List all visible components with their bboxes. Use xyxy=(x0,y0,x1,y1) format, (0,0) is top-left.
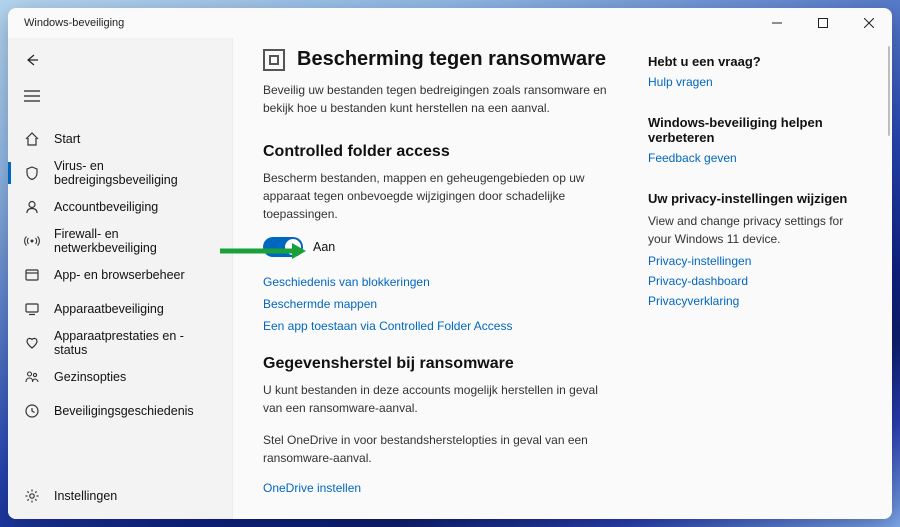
scrollbar[interactable] xyxy=(880,46,890,513)
sidebar-item-label: Virus- en bedreigingsbeveiliging xyxy=(54,159,216,187)
sidebar-item-label: Gezinsopties xyxy=(54,370,126,384)
sidebar-item-firewall[interactable]: Firewall- en netwerkbeveiliging xyxy=(8,224,232,258)
feedback-heading: Windows-beveiliging helpen verbeteren xyxy=(648,115,868,145)
cfa-desc: Bescherm bestanden, mappen en geheugenge… xyxy=(263,169,618,223)
ransomware-icon xyxy=(263,49,285,71)
close-icon xyxy=(864,18,874,28)
page-lead: Beveilig uw bestanden tegen bedreigingen… xyxy=(263,81,618,117)
maximize-button[interactable] xyxy=(800,8,846,38)
sidebar: Start Virus- en bedreigingsbeveiliging A… xyxy=(8,38,233,519)
sidebar-item-label: Firewall- en netwerkbeveiliging xyxy=(54,227,216,255)
cfa-heading: Controlled folder access xyxy=(263,143,618,161)
link-privacy-settings[interactable]: Privacy-instellingen xyxy=(648,254,868,268)
privacy-heading: Uw privacy-instellingen wijzigen xyxy=(648,191,868,206)
sidebar-item-account[interactable]: Accountbeveiliging xyxy=(8,190,232,224)
window-title: Windows-beveiliging xyxy=(24,17,124,29)
cfa-toggle-label: Aan xyxy=(313,240,335,254)
sidebar-item-label: Apparaatprestaties en -status xyxy=(54,329,216,357)
history-icon xyxy=(24,403,40,419)
sidebar-item-virus[interactable]: Virus- en bedreigingsbeveiliging xyxy=(8,156,232,190)
recovery-desc: U kunt bestanden in deze accounts mogeli… xyxy=(263,381,618,417)
sidebar-item-family[interactable]: Gezinsopties xyxy=(8,360,232,394)
heart-icon xyxy=(24,335,40,351)
gear-icon xyxy=(24,488,40,504)
link-block-history[interactable]: Geschiedenis van blokkeringen xyxy=(263,275,618,289)
help-heading: Hebt u een vraag? xyxy=(648,54,868,69)
app-icon xyxy=(24,267,40,283)
sidebar-item-app-browser[interactable]: App- en browserbeheer xyxy=(8,258,232,292)
cfa-toggle-row: Aan xyxy=(263,237,618,257)
shield-icon xyxy=(24,165,40,181)
onedrive-note: Stel OneDrive in voor bestandsherstelopt… xyxy=(263,431,618,467)
feedback-block: Windows-beveiliging helpen verbeteren Fe… xyxy=(648,115,868,165)
page-title: Bescherming tegen ransomware xyxy=(297,48,606,71)
sidebar-item-label: Apparaatbeveiliging xyxy=(54,302,164,316)
device-icon xyxy=(24,301,40,317)
maximize-icon xyxy=(818,18,828,28)
minimize-icon xyxy=(772,18,782,28)
hamburger-icon xyxy=(24,88,40,104)
link-onedrive-setup[interactable]: OneDrive instellen xyxy=(263,481,361,495)
titlebar: Windows-beveiliging xyxy=(8,8,892,38)
privacy-desc: View and change privacy settings for you… xyxy=(648,212,868,248)
link-protected-folders[interactable]: Beschermde mappen xyxy=(263,297,618,311)
sidebar-item-label: Accountbeveiliging xyxy=(54,200,158,214)
scroll-thumb[interactable] xyxy=(888,46,890,136)
sidebar-item-label: Instellingen xyxy=(54,489,117,503)
sidebar-item-device-security[interactable]: Apparaatbeveiliging xyxy=(8,292,232,326)
account-icon xyxy=(24,199,40,215)
minimize-button[interactable] xyxy=(754,8,800,38)
back-icon xyxy=(24,52,40,68)
link-give-feedback[interactable]: Feedback geven xyxy=(648,151,868,165)
page-title-row: Bescherming tegen ransomware xyxy=(263,48,618,71)
link-allow-app[interactable]: Een app toestaan via Controlled Folder A… xyxy=(263,319,618,333)
right-column: Hebt u een vraag? Hulp vragen Windows-be… xyxy=(648,48,868,509)
home-icon xyxy=(24,131,40,147)
back-button[interactable] xyxy=(8,42,232,78)
app-window: Windows-beveiliging xyxy=(8,8,892,519)
cfa-toggle[interactable] xyxy=(263,237,303,257)
sidebar-item-label: App- en browserbeheer xyxy=(54,268,185,282)
cfa-links: Geschiedenis van blokkeringen Beschermde… xyxy=(263,275,618,333)
link-privacy-statement[interactable]: Privacyverklaring xyxy=(648,294,868,308)
link-get-help[interactable]: Hulp vragen xyxy=(648,75,868,89)
signal-icon xyxy=(24,233,40,249)
main-column: Bescherming tegen ransomware Beveilig uw… xyxy=(263,48,648,509)
content-area: Bescherming tegen ransomware Beveilig uw… xyxy=(233,38,892,519)
recovery-heading: Gegevensherstel bij ransomware xyxy=(263,355,618,373)
privacy-block: Uw privacy-instellingen wijzigen View an… xyxy=(648,191,868,308)
sidebar-item-label: Beveiligingsgeschiedenis xyxy=(54,404,194,418)
sidebar-item-label: Start xyxy=(54,132,80,146)
sidebar-item-settings[interactable]: Instellingen xyxy=(8,479,232,513)
sidebar-item-history[interactable]: Beveiligingsgeschiedenis xyxy=(8,394,232,428)
sidebar-item-device-health[interactable]: Apparaatprestaties en -status xyxy=(8,326,232,360)
link-privacy-dashboard[interactable]: Privacy-dashboard xyxy=(648,274,868,288)
close-button[interactable] xyxy=(846,8,892,38)
hamburger-button[interactable] xyxy=(8,78,232,114)
help-block: Hebt u een vraag? Hulp vragen xyxy=(648,54,868,89)
sidebar-item-start[interactable]: Start xyxy=(8,122,232,156)
family-icon xyxy=(24,369,40,385)
